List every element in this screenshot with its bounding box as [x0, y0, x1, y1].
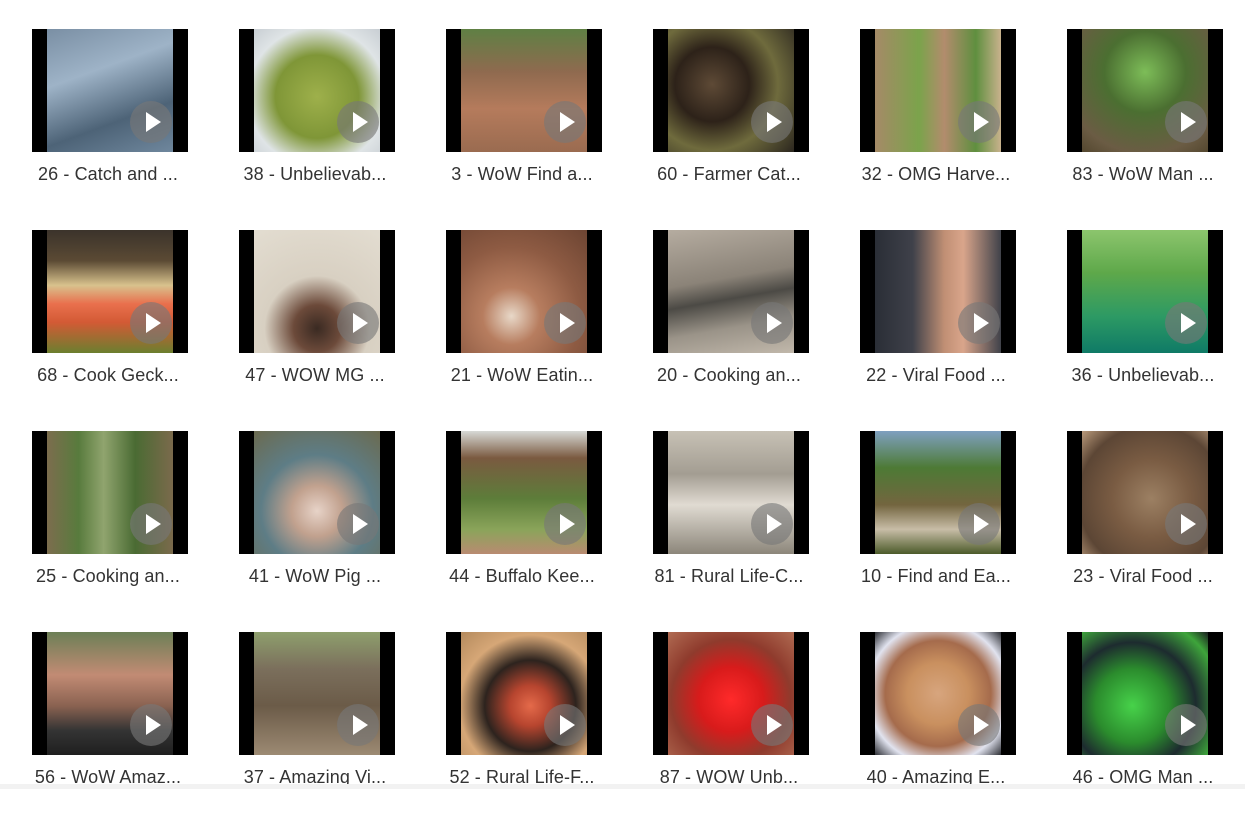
video-tile[interactable]: 10 - Find and Ea... — [846, 431, 1026, 621]
video-tile[interactable]: 87 - WOW Unb... — [639, 632, 819, 822]
video-title[interactable]: 83 - WoW Man ... — [1053, 161, 1233, 187]
video-title[interactable]: 23 - Viral Food ... — [1053, 563, 1233, 589]
video-thumbnail[interactable] — [446, 29, 602, 152]
video-tile[interactable]: 25 - Cooking an... — [18, 431, 198, 621]
video-thumbnail[interactable] — [239, 29, 395, 152]
video-grid: 26 - Catch and ... 38 - Unbelievab... 3 … — [0, 0, 1245, 789]
play-icon[interactable] — [751, 101, 793, 143]
play-icon[interactable] — [958, 302, 1000, 344]
video-thumbnail[interactable] — [1067, 230, 1223, 353]
play-icon[interactable] — [544, 302, 586, 344]
play-icon[interactable] — [130, 302, 172, 344]
play-icon[interactable] — [1165, 704, 1207, 746]
video-title[interactable]: 20 - Cooking an... — [639, 362, 819, 388]
bottom-divider — [0, 784, 1245, 789]
video-thumbnail[interactable] — [1067, 431, 1223, 554]
video-tile[interactable]: 37 - Amazing Vi... — [225, 632, 405, 822]
play-icon[interactable] — [544, 101, 586, 143]
video-thumbnail[interactable] — [32, 29, 188, 152]
video-thumbnail[interactable] — [32, 632, 188, 755]
video-title[interactable]: 10 - Find and Ea... — [846, 563, 1026, 589]
video-title[interactable]: 3 - WoW Find a... — [432, 161, 612, 187]
video-tile[interactable]: 38 - Unbelievab... — [225, 29, 405, 219]
video-title[interactable]: 60 - Farmer Cat... — [639, 161, 819, 187]
video-thumbnail[interactable] — [239, 632, 395, 755]
video-thumbnail[interactable] — [653, 632, 809, 755]
video-title[interactable]: 47 - WOW MG ... — [225, 362, 405, 388]
play-icon[interactable] — [544, 503, 586, 545]
video-thumbnail[interactable] — [860, 431, 1016, 554]
video-title[interactable]: 21 - WoW Eatin... — [432, 362, 612, 388]
video-title[interactable]: 68 - Cook Geck... — [18, 362, 198, 388]
video-thumbnail[interactable] — [32, 230, 188, 353]
play-icon[interactable] — [1165, 503, 1207, 545]
video-thumbnail[interactable] — [446, 431, 602, 554]
video-tile[interactable]: 47 - WOW MG ... — [225, 230, 405, 420]
video-thumbnail[interactable] — [446, 632, 602, 755]
video-title[interactable]: 36 - Unbelievab... — [1053, 362, 1233, 388]
video-tile[interactable]: 3 - WoW Find a... — [432, 29, 612, 219]
video-tile[interactable]: 26 - Catch and ... — [18, 29, 198, 219]
play-icon[interactable] — [1165, 101, 1207, 143]
video-title[interactable]: 44 - Buffalo Kee... — [432, 563, 612, 589]
video-thumbnail[interactable] — [860, 230, 1016, 353]
video-tile[interactable]: 41 - WoW Pig ... — [225, 431, 405, 621]
video-tile[interactable]: 60 - Farmer Cat... — [639, 29, 819, 219]
play-icon[interactable] — [958, 101, 1000, 143]
play-icon[interactable] — [958, 704, 1000, 746]
video-thumbnail[interactable] — [860, 29, 1016, 152]
video-title[interactable]: 25 - Cooking an... — [18, 563, 198, 589]
video-tile[interactable]: 23 - Viral Food ... — [1053, 431, 1233, 621]
play-icon[interactable] — [751, 503, 793, 545]
video-title[interactable]: 38 - Unbelievab... — [225, 161, 405, 187]
video-title[interactable]: 26 - Catch and ... — [18, 161, 198, 187]
play-icon[interactable] — [130, 704, 172, 746]
video-tile[interactable]: 56 - WoW Amaz... — [18, 632, 198, 822]
play-icon[interactable] — [130, 503, 172, 545]
video-tile[interactable]: 83 - WoW Man ... — [1053, 29, 1233, 219]
video-thumbnail[interactable] — [653, 230, 809, 353]
play-icon[interactable] — [544, 704, 586, 746]
video-tile[interactable]: 21 - WoW Eatin... — [432, 230, 612, 420]
play-icon[interactable] — [337, 302, 379, 344]
play-icon[interactable] — [1165, 302, 1207, 344]
video-title[interactable]: 41 - WoW Pig ... — [225, 563, 405, 589]
play-icon[interactable] — [751, 704, 793, 746]
video-thumbnail[interactable] — [239, 230, 395, 353]
video-thumbnail[interactable] — [653, 29, 809, 152]
video-thumbnail[interactable] — [32, 431, 188, 554]
video-thumbnail[interactable] — [860, 632, 1016, 755]
play-icon[interactable] — [958, 503, 1000, 545]
play-icon[interactable] — [337, 101, 379, 143]
video-tile[interactable]: 36 - Unbelievab... — [1053, 230, 1233, 420]
video-thumbnail[interactable] — [446, 230, 602, 353]
play-icon[interactable] — [337, 704, 379, 746]
video-tile[interactable]: 32 - OMG Harve... — [846, 29, 1026, 219]
video-tile[interactable]: 44 - Buffalo Kee... — [432, 431, 612, 621]
video-tile[interactable]: 68 - Cook Geck... — [18, 230, 198, 420]
video-thumbnail[interactable] — [1067, 29, 1223, 152]
video-thumbnail[interactable] — [653, 431, 809, 554]
video-tile[interactable]: 20 - Cooking an... — [639, 230, 819, 420]
video-title[interactable]: 22 - Viral Food ... — [846, 362, 1026, 388]
video-tile[interactable]: 81 - Rural Life-C... — [639, 431, 819, 621]
video-tile[interactable]: 40 - Amazing E... — [846, 632, 1026, 822]
video-tile[interactable]: 46 - OMG Man ... — [1053, 632, 1233, 822]
video-title[interactable]: 81 - Rural Life-C... — [639, 563, 819, 589]
video-thumbnail[interactable] — [239, 431, 395, 554]
video-title[interactable]: 32 - OMG Harve... — [846, 161, 1026, 187]
play-icon[interactable] — [130, 101, 172, 143]
video-tile[interactable]: 52 - Rural Life-F... — [432, 632, 612, 822]
play-icon[interactable] — [751, 302, 793, 344]
video-thumbnail[interactable] — [1067, 632, 1223, 755]
play-icon[interactable] — [337, 503, 379, 545]
video-tile[interactable]: 22 - Viral Food ... — [846, 230, 1026, 420]
